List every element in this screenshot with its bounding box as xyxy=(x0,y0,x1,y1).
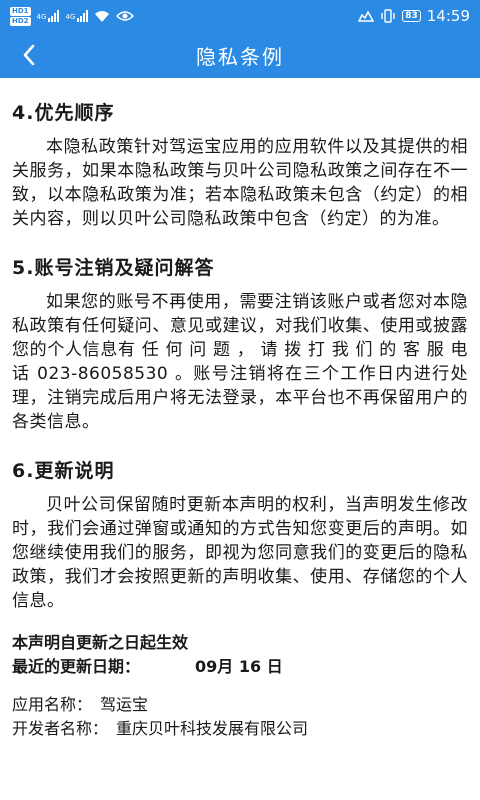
effective-statement: 本声明自更新之日起生效 xyxy=(12,633,189,652)
app-name-value: 驾运宝 xyxy=(100,695,149,714)
app-name-row: 应用名称： 驾运宝 xyxy=(12,693,468,717)
update-date-row: 最近的更新日期： 09月 16 日 xyxy=(12,655,468,679)
network-type-2: 4G xyxy=(65,12,76,21)
chevron-left-icon xyxy=(23,44,35,66)
signal-icon-2 xyxy=(77,10,89,22)
app-bar: 隐私条例 xyxy=(0,32,480,78)
back-button[interactable] xyxy=(14,40,44,70)
status-time: 14:59 xyxy=(426,7,470,25)
eye-icon xyxy=(116,11,135,21)
app-name-label: 应用名称： xyxy=(12,695,93,714)
status-bar-left: HD1 HD2 4G 4G xyxy=(10,6,135,26)
section-text-update: 贝叶公司保留随时更新本声明的权利，当声明发生修改时，我们会通过弹窗或通知的方式告… xyxy=(12,495,468,611)
hd-indicators: HD1 HD2 xyxy=(10,6,31,26)
hd2-badge: HD2 xyxy=(10,16,31,26)
network-type-1: 4G xyxy=(36,12,47,21)
wifi-icon xyxy=(95,10,110,22)
alarm-icon xyxy=(358,10,375,22)
status-bar-right: 83 14:59 xyxy=(358,7,470,25)
developer-row: 开发者名称： 重庆贝叶科技发展有限公司 xyxy=(12,717,468,741)
page-title: 隐私条例 xyxy=(196,44,284,69)
update-date-label: 最近的更新日期： xyxy=(12,657,141,676)
developer-value: 重庆贝叶科技发展有限公司 xyxy=(116,719,309,738)
section-title-account-cancel: 5.账号注销及疑问解答 xyxy=(12,257,215,279)
update-date-value: 09月 16 日 xyxy=(195,657,283,676)
vibrate-icon xyxy=(381,9,395,23)
signal-icon-1 xyxy=(48,10,60,22)
status-bar: HD1 HD2 4G 4G 83 14:59 xyxy=(0,0,480,32)
developer-label: 开发者名称： xyxy=(12,719,109,738)
section-text-account-cancel: 如果您的账号不再使用，需要注销该账户或者您对本隐私政策有任何疑问、意见或建议，对… xyxy=(12,292,468,432)
hd1-badge: HD1 xyxy=(10,6,31,16)
app-info: 应用名称： 驾运宝 开发者名称： 重庆贝叶科技发展有限公司 xyxy=(12,693,468,741)
policy-content[interactable]: 4.优先顺序 本隐私政策针对驾运宝应用的应用软件以及其提供的相关服务，如果本隐私… xyxy=(0,78,480,800)
section-title-update: 6.更新说明 xyxy=(12,460,115,482)
section-title-priority: 4.优先顺序 xyxy=(12,102,115,124)
battery-icon: 83 xyxy=(402,10,421,22)
section-text-priority: 本隐私政策针对驾运宝应用的应用软件以及其提供的相关服务，如果本隐私政策与贝叶公司… xyxy=(12,137,468,229)
